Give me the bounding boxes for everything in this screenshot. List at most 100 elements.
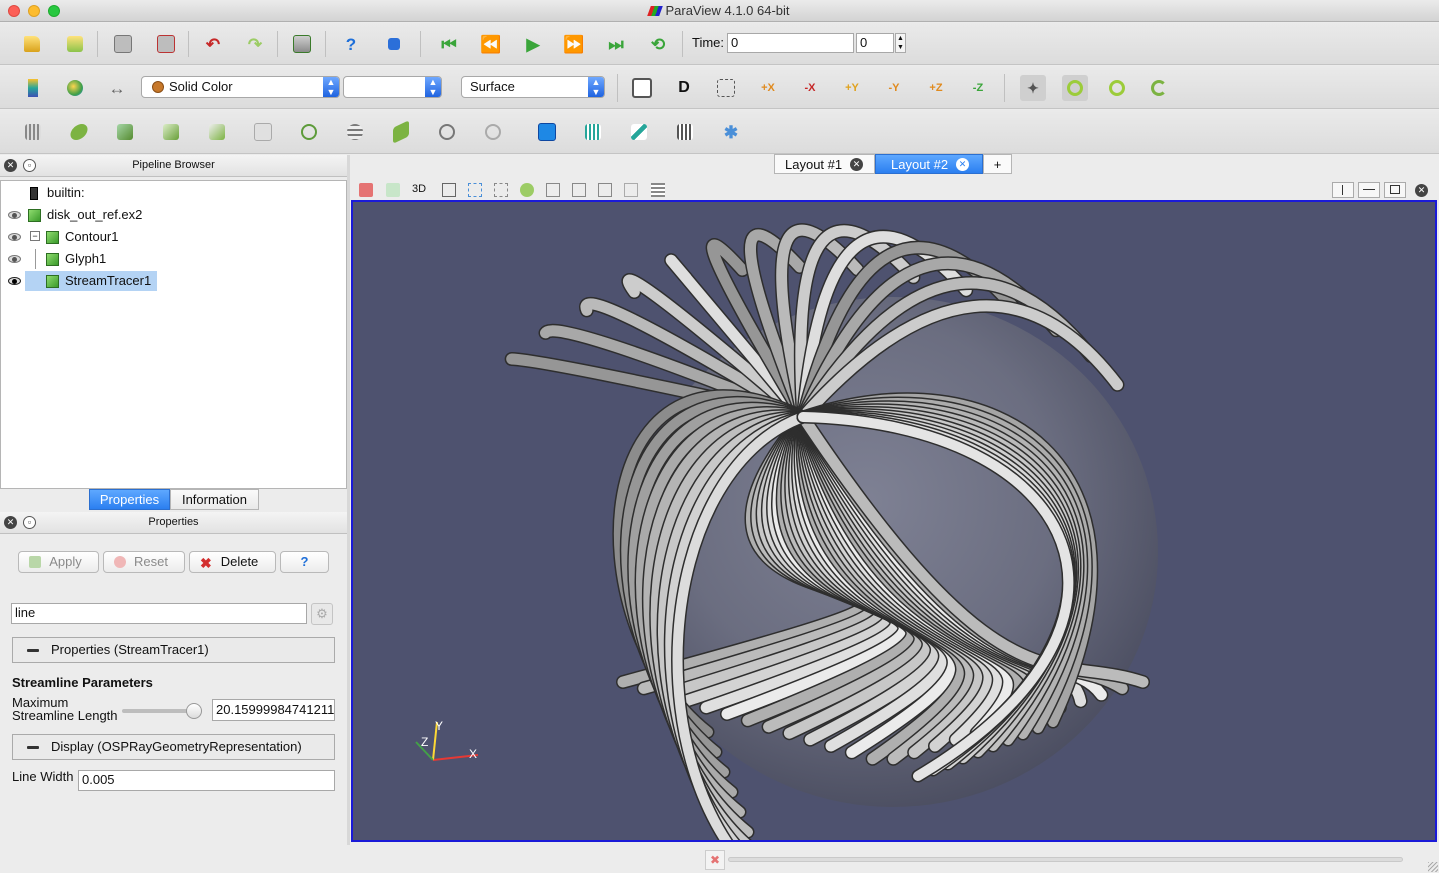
select-block-icon[interactable] [572, 183, 586, 197]
component-select[interactable]: ▲ ▼ [343, 76, 442, 98]
tab-layout-2[interactable]: Layout #2 ✕ [875, 154, 983, 174]
collapse-icon[interactable]: − [30, 231, 40, 241]
show-center-icon[interactable] [1062, 75, 1088, 101]
time-step-spinner[interactable]: ▲ ▼ [895, 33, 906, 53]
extract-selection-icon[interactable] [534, 119, 560, 145]
calculator-icon[interactable] [20, 119, 46, 145]
save-state-icon[interactable] [110, 31, 136, 57]
extract-subset-icon[interactable] [250, 119, 276, 145]
view-plus-z-icon[interactable]: +Z [923, 75, 949, 101]
axes-grid-icon[interactable]: ✱ [718, 119, 744, 145]
time-value-input[interactable]: 0 [727, 33, 854, 53]
zoom-to-data-icon[interactable]: D [671, 75, 697, 101]
pipeline-item-disk-out-ref[interactable]: disk_out_ref.ex2 [1, 205, 346, 225]
view-plus-y-icon[interactable]: +Y [839, 75, 865, 101]
spreadsheet-icon[interactable] [651, 183, 665, 197]
previous-frame-icon[interactable]: ⏪ [478, 31, 504, 57]
select-polygon-icon[interactable] [546, 183, 560, 197]
advanced-gear-icon[interactable]: ⚙ [311, 603, 333, 625]
property-search-input[interactable]: line [11, 603, 307, 624]
split-vertical-icon[interactable] [1358, 182, 1380, 198]
apply-button[interactable]: Apply [18, 551, 99, 573]
help-icon[interactable]: ? [338, 31, 364, 57]
pick-center-icon[interactable] [381, 31, 407, 57]
select-cells-icon[interactable] [468, 183, 482, 197]
reset-button[interactable]: Reset [103, 551, 185, 573]
zoom-to-box-icon[interactable] [713, 75, 739, 101]
line-width-input[interactable]: 0.005 [78, 770, 335, 791]
display-section-toggle[interactable]: Display (OSPRayGeometryRepresentation) [12, 734, 335, 760]
view-minus-y-icon[interactable]: -Y [881, 75, 907, 101]
max-streamline-length-input[interactable]: 20.15999984741211 [212, 699, 335, 721]
first-frame-icon[interactable]: ⏮ [436, 31, 462, 57]
clip-filter-icon[interactable] [112, 119, 138, 145]
view-minus-x-icon[interactable]: -X [797, 75, 823, 101]
redo-icon[interactable]: ↷ [242, 31, 268, 57]
rescale-range-icon[interactable]: ↔ [104, 75, 130, 101]
close-panel-icon[interactable]: ✕ [4, 516, 17, 529]
loop-icon[interactable]: ⟲ [645, 31, 671, 57]
split-horizontal-icon[interactable] [1332, 182, 1354, 198]
close-panel-icon[interactable]: ✕ [4, 159, 17, 172]
tab-information[interactable]: Information [170, 489, 259, 510]
open-file-icon[interactable] [19, 31, 45, 57]
pipeline-item-builtin[interactable]: builtin: [1, 183, 346, 203]
pipeline-item-glyph1[interactable]: Glyph1 [1, 249, 346, 269]
edit-color-map-icon[interactable] [62, 75, 88, 101]
load-state-icon[interactable] [153, 31, 179, 57]
pipeline-item-streamtracer1[interactable]: StreamTracer1 [1, 271, 346, 291]
camera-link-icon[interactable] [442, 183, 456, 197]
resize-grip-icon[interactable] [1428, 862, 1438, 872]
interactive-select-icon[interactable] [598, 183, 612, 197]
last-frame-icon[interactable]: ⏭ [603, 31, 629, 57]
show-orientation-axes-icon[interactable]: ✦ [1020, 75, 1046, 101]
contour-filter-icon[interactable] [66, 119, 92, 145]
threshold-filter-icon[interactable] [204, 119, 230, 145]
play-icon[interactable]: ▶ [520, 31, 546, 57]
plot-over-time-icon[interactable] [580, 119, 606, 145]
properties-section-toggle[interactable]: Properties (StreamTracer1) [12, 637, 335, 663]
render-view[interactable]: X Y Z [351, 200, 1437, 873]
float-panel-icon[interactable]: ▫ [23, 159, 36, 172]
next-frame-icon[interactable]: ⏩ [561, 31, 587, 57]
select-points-icon[interactable] [494, 183, 508, 197]
clear-progress-icon[interactable]: ✖ [705, 850, 725, 870]
load-data-icon[interactable] [62, 31, 88, 57]
pick-center-of-rotation-icon[interactable] [1146, 75, 1172, 101]
view-minus-z-icon[interactable]: -Z [965, 75, 991, 101]
eye-icon[interactable] [8, 211, 21, 219]
plot-over-line-icon[interactable] [626, 119, 652, 145]
extract-level-icon[interactable] [480, 119, 506, 145]
panel-splitter[interactable] [347, 155, 350, 845]
add-layout-tab-button[interactable]: + [983, 154, 1012, 174]
clear-selection-icon[interactable] [624, 183, 638, 197]
view-plus-x-icon[interactable]: +X [755, 75, 781, 101]
reset-center-icon[interactable] [1104, 75, 1130, 101]
capture-screenshot-icon[interactable] [359, 183, 373, 197]
eye-icon[interactable] [8, 233, 21, 241]
tab-properties[interactable]: Properties [89, 489, 170, 510]
pipeline-item-contour1[interactable]: − Contour1 [1, 227, 346, 247]
select-frustum-icon[interactable] [520, 183, 534, 197]
close-view-icon[interactable]: ✕ [1415, 184, 1428, 197]
maximize-view-icon[interactable] [1384, 182, 1406, 198]
glyph-filter-icon[interactable] [296, 119, 322, 145]
close-tab-icon[interactable]: ✕ [956, 158, 969, 171]
color-legend-icon[interactable] [20, 75, 46, 101]
stream-tracer-icon[interactable] [342, 119, 368, 145]
warp-vector-icon[interactable] [388, 119, 414, 145]
color-by-select[interactable]: Solid Color ▲ ▼ [141, 76, 340, 98]
reset-camera-icon[interactable] [629, 75, 655, 101]
group-datasets-icon[interactable] [434, 119, 460, 145]
eye-icon[interactable] [8, 255, 21, 263]
representation-select[interactable]: Surface ▲ ▼ [461, 76, 605, 98]
help-button[interactable]: ? [280, 551, 329, 573]
close-tab-icon[interactable]: ✕ [850, 158, 863, 171]
float-panel-icon[interactable]: ▫ [23, 516, 36, 529]
slice-filter-icon[interactable] [158, 119, 184, 145]
max-length-slider-handle[interactable] [186, 703, 202, 719]
delete-button[interactable]: ✖ Delete [189, 551, 276, 573]
camera-undo-icon[interactable] [386, 183, 400, 197]
time-step-input[interactable]: 0 [856, 33, 894, 53]
tab-layout-1[interactable]: Layout #1 ✕ [774, 154, 875, 174]
